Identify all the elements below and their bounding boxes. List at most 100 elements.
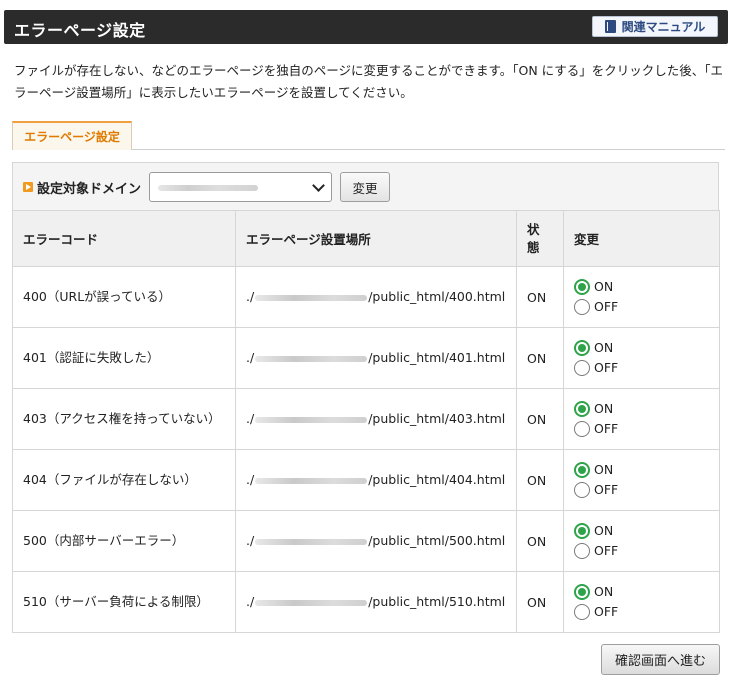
radio-on[interactable]: ON [574,583,709,601]
location-cell: ./ /public_html/500.html [235,510,517,572]
radio-on[interactable]: ON [574,400,709,418]
table-row: 404（ファイルが存在しない） ./ /public_html/404.html ON… [12,449,720,511]
blurred-account-segment [255,477,368,484]
path-prefix: ./ [246,289,255,304]
radio-on-icon[interactable] [574,401,590,417]
path-suffix: /public_html/400.html [368,289,506,304]
radio-on[interactable]: ON [574,522,709,540]
radio-on[interactable]: ON [574,461,709,479]
tab-error-page-settings[interactable]: エラーページ設定 [12,121,132,150]
path-prefix: ./ [246,411,255,426]
radio-off-label: OFF [594,482,619,497]
location-path: ./ /public_html/510.html [246,592,506,612]
path-prefix: ./ [246,350,255,365]
change-domain-button[interactable]: 変更 [340,172,390,202]
radio-off-label: OFF [594,421,619,436]
radio-on-label: ON [594,279,614,294]
change-cell: ON OFF [563,449,720,511]
radio-off-icon[interactable] [574,604,590,620]
title-bar: エラーページ設定 関連マニュアル [4,10,728,44]
path-suffix: /public_html/403.html [368,411,506,426]
radio-on-icon[interactable] [574,279,590,295]
radio-off[interactable]: OFF [574,603,709,621]
state-cell: ON [516,510,564,572]
chevron-down-icon [312,179,325,192]
state-cell: ON [516,449,564,511]
path-suffix: /public_html/500.html [368,533,506,548]
description: ファイルが存在しない、などのエラーページを独自のページに変更することができます。… [14,63,724,100]
on-off-radio-group: ON OFF [574,278,709,316]
state-cell: ON [516,266,564,328]
location-cell: ./ /public_html/510.html [235,571,517,633]
on-off-radio-group: ON OFF [574,522,709,560]
radio-on-label: ON [594,523,614,538]
change-cell: ON OFF [563,327,720,389]
state-cell: ON [516,388,564,450]
manual-button[interactable]: 関連マニュアル [592,16,718,37]
radio-on[interactable]: ON [574,339,709,357]
blurred-domain-value [158,185,258,191]
radio-off-label: OFF [594,543,619,558]
domain-label: 設定対象ドメイン [37,182,142,197]
table-row: 403（アクセス権を持っていない） ./ /public_html/403.html… [12,388,720,450]
blurred-account-segment [255,416,368,423]
arrow-marker-icon [23,182,33,192]
radio-off-icon[interactable] [574,360,590,376]
radio-off[interactable]: OFF [574,359,709,377]
radio-on-icon[interactable] [574,340,590,356]
state-cell: ON [516,571,564,633]
on-off-radio-group: ON OFF [574,400,709,438]
radio-off[interactable]: OFF [574,420,709,438]
domain-select[interactable] [149,172,332,202]
confirm-button[interactable]: 確認画面へ進む [601,644,720,675]
location-path: ./ /public_html/401.html [246,348,506,368]
error-code-cell: 500（内部サーバーエラー） [12,510,236,572]
error-code-cell: 400（URLが誤っている） [12,266,236,328]
table-row: 500（内部サーバーエラー） .//public_html/500.html ON O… [12,510,720,572]
radio-off[interactable]: OFF [574,298,709,316]
blurred-account-segment [255,538,368,545]
error-code-cell: 401（認証に失敗した） [12,327,236,389]
header-state-label: 状 態 [527,221,540,255]
location-cell: ./ /public_html/404.html [235,449,517,511]
radio-off[interactable]: OFF [574,481,709,499]
header-change: 変更 [563,210,720,267]
radio-off-icon[interactable] [574,482,590,498]
header-state: 状 態 [516,210,564,267]
error-code-cell: 403（アクセス権を持っていない） [12,388,236,450]
radio-on-label: ON [594,584,614,599]
radio-on-icon[interactable] [574,523,590,539]
domain-row: 設定対象ドメイン 変更 [12,162,719,210]
path-prefix: ./ [246,594,255,609]
header-error-code: エラーコード [12,210,236,267]
blurred-account-segment [255,355,368,362]
table-row: 510（サーバー負荷による制限） ./ /public_html/510.html O… [12,571,720,633]
location-path: ./ /public_html/500.html [246,531,506,551]
state-cell: ON [516,327,564,389]
book-icon [604,20,616,33]
radio-on-icon[interactable] [574,584,590,600]
table-row: 400（URLが誤っている） .//public_html/400.html ON O… [12,266,720,328]
table-row: 401（認証に失敗した） .//public_html/401.html ON ON O… [12,327,720,389]
change-cell: ON OFF [563,510,720,572]
radio-on[interactable]: ON [574,278,709,296]
radio-on-icon[interactable] [574,462,590,478]
radio-off[interactable]: OFF [574,542,709,560]
header-location: エラーページ設置場所 [235,210,517,267]
change-cell: ON OFF [563,388,720,450]
on-off-radio-group: ON OFF [574,583,709,621]
manual-button-label: 関連マニュアル [621,20,706,34]
error-page-table: エラーコード エラーページ設置場所 状 態 変更 400（URLが誤っている）.… [12,210,720,633]
error-code-cell: 404（ファイルが存在しない） [12,449,236,511]
path-suffix: /public_html/510.html [368,594,506,609]
on-off-radio-group: ON OFF [574,461,709,499]
radio-off-icon[interactable] [574,543,590,559]
radio-on-label: ON [594,401,614,416]
radio-off-icon[interactable] [574,421,590,437]
location-path: ./ /public_html/403.html [246,409,506,429]
radio-off-icon[interactable] [574,299,590,315]
table-header-row: エラーコード エラーページ設置場所 状 態 変更 [12,210,720,267]
change-cell: ON OFF [563,571,720,633]
path-suffix: /public_html/404.html [368,472,506,487]
blurred-account-segment [255,599,368,606]
